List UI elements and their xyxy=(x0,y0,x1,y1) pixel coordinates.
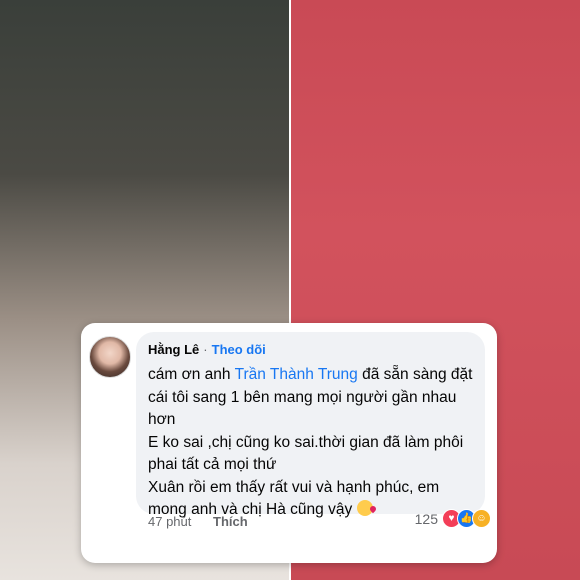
comment-text: cám ơn anh Trần Thành Trung đã sẵn sàng … xyxy=(148,364,482,522)
kiss-emoji-icon xyxy=(356,500,373,516)
comment-line-4: E ko sai ,chị cũng ko sai.thời gian đã l… xyxy=(148,433,464,451)
comment-actions: 47 phút Thích xyxy=(148,514,248,529)
comment-line-3: hơn xyxy=(148,411,176,428)
comment-text-segment: cám ơn anh xyxy=(148,366,235,383)
reaction-count: 125 xyxy=(414,510,438,527)
care-icon: ☺ xyxy=(472,509,491,528)
comment-line-6: Xuân rồi em thấy rất vui và hạnh phúc, e… xyxy=(148,478,440,496)
reaction-summary[interactable]: 125 ♥ 👍 ☺ xyxy=(415,509,491,528)
avatar[interactable] xyxy=(89,336,131,378)
separator-dot: · xyxy=(203,342,208,357)
comment-header: Hằng Lê · Theo dõi xyxy=(148,342,266,357)
follow-button[interactable]: Theo dõi xyxy=(212,342,266,357)
comment-card: Hằng Lê · Theo dõi cám ơn anh Trần Thành T… xyxy=(81,323,497,563)
like-button[interactable]: Thích xyxy=(213,514,248,529)
mention-link[interactable]: Trần Thành Trung xyxy=(235,366,358,383)
comment-line-1: cám ơn anh Trần Thành Trung đã sẵn sàng … xyxy=(148,364,482,387)
comment-timestamp[interactable]: 47 phút xyxy=(148,514,191,529)
comment-line-5: phai tất cả mọi thứ xyxy=(148,456,277,473)
comment-text-segment: đã sẵn sàng đặt xyxy=(357,366,473,383)
comment-bubble: Hằng Lê · Theo dõi cám ơn anh Trần Thành T… xyxy=(136,332,485,518)
author-name[interactable]: Hằng Lê xyxy=(148,342,199,357)
comment-line-2: cái tôi sang 1 bên mang mọi người gần nh… xyxy=(148,388,457,406)
